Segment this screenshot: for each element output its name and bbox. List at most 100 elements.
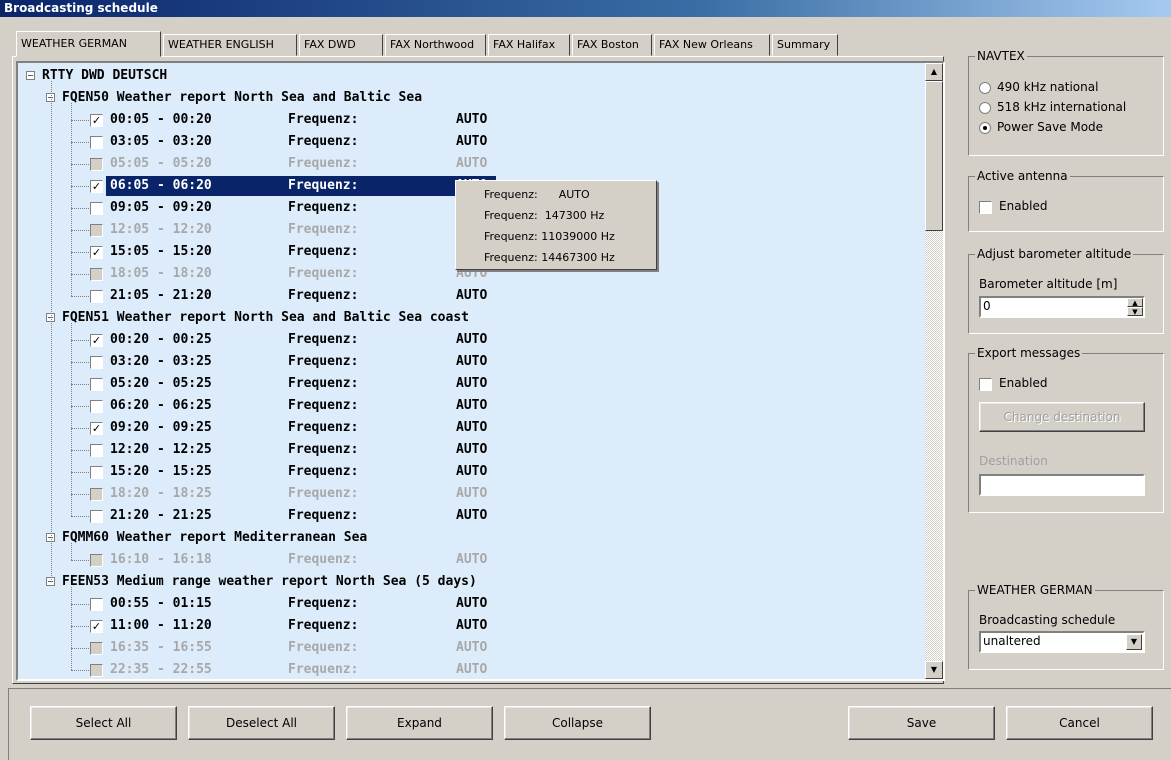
destination-input[interactable] <box>979 474 1145 496</box>
tab-fax-dwd[interactable]: FAX DWD <box>299 34 383 56</box>
schedule-checkbox[interactable] <box>90 356 103 369</box>
save-button[interactable]: Save <box>848 706 995 740</box>
schedule-checkbox[interactable]: ✓ <box>90 620 103 633</box>
frequency-value: AUTO <box>456 596 488 611</box>
tab-fax-new-orleans[interactable]: FAX New Orleans <box>654 34 770 56</box>
cancel-button[interactable]: Cancel <box>1006 706 1153 740</box>
tab-fax-northwood[interactable]: FAX Northwood <box>385 34 486 56</box>
frequency-value: AUTO <box>456 376 488 391</box>
tree-connector <box>71 626 89 627</box>
frequency-value: AUTO <box>456 508 488 523</box>
antenna-enabled-checkbox[interactable] <box>979 201 992 214</box>
schedule-checkbox[interactable] <box>90 158 103 171</box>
barometer-title: Adjust barometer altitude <box>975 247 1134 261</box>
tree-connector <box>71 384 89 385</box>
active-antenna-group: Active antenna Enabled <box>968 169 1164 232</box>
tree-connector <box>71 340 89 341</box>
tree-connector <box>71 362 89 363</box>
schedule-checkbox[interactable] <box>90 510 103 523</box>
schedule-tree[interactable]: − RTTY DWD DEUTSCH − FQEN50 Weather report … <box>16 61 945 681</box>
tree-connector <box>71 323 72 516</box>
tree-connector <box>71 142 89 143</box>
schedule-checkbox[interactable]: ✓ <box>90 114 103 127</box>
schedule-checkbox[interactable] <box>90 554 103 567</box>
tab-fax-halifax[interactable]: FAX Halifax <box>488 34 570 56</box>
schedule-checkbox[interactable]: ✓ <box>90 334 103 347</box>
tree-group-label: FQEN51 Weather report North Sea and Balt… <box>62 310 469 325</box>
export-messages-title: Export messages <box>975 346 1083 360</box>
schedule-checkbox[interactable] <box>90 378 103 391</box>
tree-connector <box>71 103 72 296</box>
schedule-time: 18:05 - 18:20 <box>110 266 212 281</box>
schedule-time: 21:05 - 21:20 <box>110 288 212 303</box>
scroll-down-button[interactable]: ▼ <box>925 661 943 679</box>
schedule-checkbox[interactable] <box>90 642 103 655</box>
schedule-checkbox[interactable]: ✓ <box>90 246 103 259</box>
tab-fax-boston[interactable]: FAX Boston <box>572 34 652 56</box>
tab-weather-english[interactable]: WEATHER ENGLISH <box>163 34 297 56</box>
barometer-altitude-input[interactable]: 0 ▲ ▼ <box>979 296 1145 318</box>
tab-summary[interactable]: Summary <box>772 34 838 56</box>
frequency-label: Frequenz: <box>288 200 359 215</box>
tab-weather-german[interactable]: WEATHER GERMAN <box>16 31 161 57</box>
frequency-label: Frequenz: <box>288 618 359 633</box>
radio-power-save[interactable] <box>979 122 991 134</box>
schedule-checkbox[interactable] <box>90 268 103 281</box>
broadcasting-schedule-label: Broadcasting schedule <box>979 613 1116 627</box>
schedule-time: 00:05 - 00:20 <box>110 112 212 127</box>
schedule-time: 05:05 - 05:20 <box>110 156 212 171</box>
schedule-checkbox[interactable] <box>90 466 103 479</box>
dropdown-arrow-icon[interactable]: ▼ <box>1126 634 1142 650</box>
schedule-time: 15:20 - 15:25 <box>110 464 212 479</box>
tree-scrollbar[interactable]: ▲ ▼ <box>925 63 943 679</box>
radio-490-khz-label: 490 kHz national <box>997 80 1099 94</box>
frequency-label: Frequenz: <box>288 596 359 611</box>
schedule-checkbox[interactable] <box>90 202 103 215</box>
tree-group-label: FQEN50 Weather report North Sea and Balt… <box>62 90 423 105</box>
spin-down-button[interactable]: ▼ <box>1127 307 1143 316</box>
frequency-value: AUTO <box>456 486 488 501</box>
broadcasting-schedule-select[interactable]: unaltered ▼ <box>979 631 1145 653</box>
select-all-button[interactable]: Select All <box>30 706 177 740</box>
schedule-checkbox[interactable] <box>90 136 103 149</box>
tree-connector <box>71 208 89 209</box>
frequency-value: AUTO <box>456 156 488 171</box>
schedule-checkbox[interactable] <box>90 488 103 501</box>
scroll-up-button[interactable]: ▲ <box>925 63 943 81</box>
export-enabled-checkbox[interactable] <box>979 378 992 391</box>
spin-up-button[interactable]: ▲ <box>1127 298 1143 307</box>
schedule-checkbox[interactable] <box>90 224 103 237</box>
expand-button[interactable]: Expand <box>346 706 493 740</box>
radio-518-khz-label: 518 kHz international <box>997 100 1127 114</box>
tree-connector <box>71 164 89 165</box>
collapse-icon[interactable]: − <box>26 71 35 80</box>
frequency-label: Frequenz: <box>288 640 359 655</box>
export-enabled-label: Enabled <box>999 376 1048 390</box>
frequency-label: Frequenz: <box>288 420 359 435</box>
frequency-label: Frequenz: <box>288 662 359 677</box>
frequency-label: Frequenz: <box>288 134 359 149</box>
schedule-checkbox[interactable] <box>90 400 103 413</box>
tooltip-line: Frequenz: 11039000 Hz <box>484 230 615 243</box>
schedule-checkbox[interactable] <box>90 664 103 677</box>
deselect-all-button[interactable]: Deselect All <box>188 706 335 740</box>
schedule-checkbox[interactable]: ✓ <box>90 422 103 435</box>
change-destination-button[interactable]: Change destination <box>979 402 1145 432</box>
frequency-value: AUTO <box>456 552 488 567</box>
tooltip-line: Frequenz: AUTO <box>484 188 590 201</box>
schedule-checkbox[interactable] <box>90 598 103 611</box>
schedule-checkbox[interactable] <box>90 290 103 303</box>
frequency-label: Frequenz: <box>288 222 359 237</box>
tree-connector <box>71 670 89 671</box>
radio-518-khz[interactable] <box>979 102 991 114</box>
radio-490-khz[interactable] <box>979 82 991 94</box>
frequency-label: Frequenz: <box>288 266 359 281</box>
scroll-thumb[interactable] <box>925 81 943 231</box>
frequency-label: Frequenz: <box>288 552 359 567</box>
export-messages-group: Export messages Enabled Change destinati… <box>968 346 1164 513</box>
schedule-time: 03:20 - 03:25 <box>110 354 212 369</box>
collapse-button[interactable]: Collapse <box>504 706 651 740</box>
schedule-checkbox[interactable]: ✓ <box>90 180 103 193</box>
schedule-checkbox[interactable] <box>90 444 103 457</box>
tree-connector <box>71 186 89 187</box>
